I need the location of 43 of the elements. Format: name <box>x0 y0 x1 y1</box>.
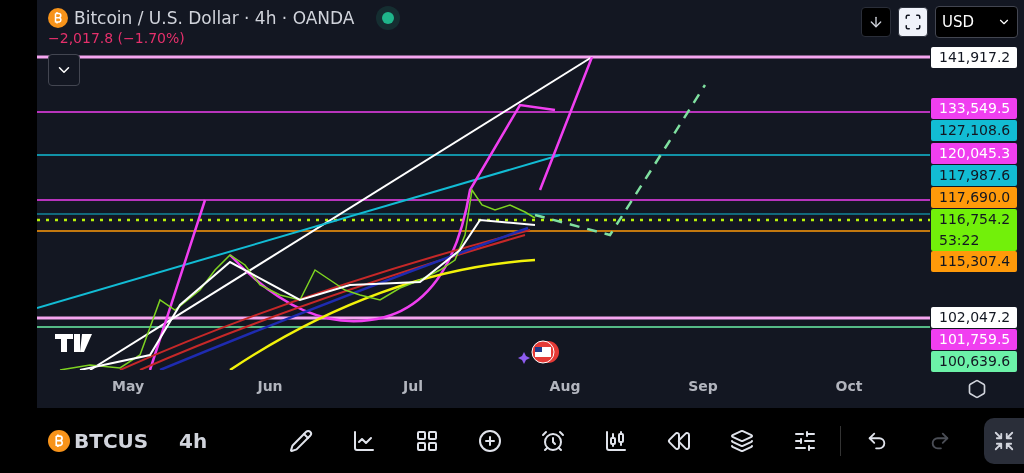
time-label: Sep <box>688 378 718 394</box>
price-label: 100,639.6 <box>931 351 1017 372</box>
logo <box>55 334 92 352</box>
collapse-button[interactable] <box>48 54 80 86</box>
plus-circle-icon <box>477 428 502 453</box>
fullscreen-button[interactable] <box>898 7 928 37</box>
interval-button[interactable]: 4h <box>179 428 269 453</box>
layers-icon <box>729 428 754 453</box>
fullscreen-icon <box>904 13 922 31</box>
time-label: Jul <box>403 378 423 394</box>
currency-select[interactable]: USD <box>935 6 1018 38</box>
price-label: 101,759.5 <box>931 329 1017 350</box>
price-label: 120,045.3 <box>931 143 1017 164</box>
price-label: 127,108.6 <box>931 120 1017 141</box>
arrow-down-icon <box>868 14 884 30</box>
price-change: −2,017.8 (−1.70%) <box>48 30 185 46</box>
shrink-button[interactable] <box>984 417 1024 464</box>
candlestick-icon <box>603 428 628 453</box>
time-label: Jun <box>257 378 283 394</box>
sliders-icon <box>792 428 817 453</box>
price-label: 141,917.2 <box>931 47 1017 68</box>
grid-icon <box>414 428 439 453</box>
chart-line-icon <box>351 428 376 453</box>
chart-title: Bitcoin / U.S. Dollar · 4h · OANDA <box>74 8 355 28</box>
settings-icon[interactable] <box>967 379 987 399</box>
alarm-clock-icon <box>540 428 565 453</box>
pencil-icon <box>288 428 313 453</box>
time-label: Oct <box>835 378 863 394</box>
bitcoin-icon <box>48 8 68 28</box>
price-label: 117,690.0 <box>931 187 1017 208</box>
bitcoin-icon <box>48 429 70 452</box>
price-label: 133,549.5 <box>931 98 1017 119</box>
symbol-label[interactable]: BTCUS <box>74 428 179 453</box>
time-label: Aug <box>549 378 581 394</box>
price-label: 116,754.2 53:22 <box>931 209 1017 251</box>
time-label: May <box>111 378 145 394</box>
currency-value: USD <box>942 13 975 31</box>
shrink-icon <box>993 429 1015 452</box>
flag-badge-icon <box>518 340 559 364</box>
price-label: 102,047.2 <box>931 307 1017 328</box>
price-label: 117,987.6 <box>931 165 1017 186</box>
price-label: 115,307.4 <box>931 251 1017 272</box>
scroll-down-button[interactable] <box>861 7 891 37</box>
